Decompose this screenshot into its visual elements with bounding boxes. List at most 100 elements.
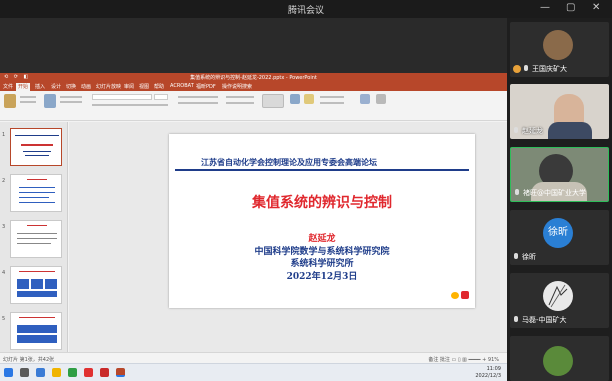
- arrange-icon[interactable]: [290, 94, 300, 104]
- participant-name: 徐昕: [522, 253, 536, 261]
- participant-tile[interactable]: 褚旺@中国矿业大学: [510, 147, 609, 202]
- thumb-number: 3: [2, 224, 6, 230]
- participant-name: 王国庆矿大: [532, 65, 567, 73]
- file-explorer-icon[interactable]: [52, 368, 61, 377]
- thumb-title-line: [19, 271, 55, 272]
- new-slide-icon[interactable]: [44, 94, 56, 108]
- mic-icon: [514, 189, 520, 197]
- current-slide[interactable]: 江苏省自动化学会控制理论及应用专委会高端论坛 集值系统的辨识与控制 赵延龙 中国…: [169, 134, 475, 308]
- thumb-text-line: [17, 238, 57, 239]
- font-name-box[interactable]: [92, 94, 152, 100]
- tab-help[interactable]: 帮助: [154, 83, 164, 90]
- windows-taskbar: 11:09 2022/12/3: [0, 363, 507, 381]
- paragraph-row-1[interactable]: [178, 96, 218, 98]
- participant-label: 赵延龙: [513, 126, 543, 136]
- slide-thumbnail[interactable]: [10, 174, 62, 212]
- meeting-title-bar: 腾讯会议 — ▢ ✕: [0, 0, 612, 18]
- tab-review[interactable]: 审阅: [124, 83, 134, 90]
- thumb-number: 4: [2, 270, 6, 276]
- slide-author: 赵延龙: [308, 234, 336, 244]
- participant-panel: 王国庆矿大 赵延龙 褚旺@中国矿业大学 徐昕 徐昕 马磊-中国矿大: [507, 18, 612, 381]
- thumb-block: [17, 291, 57, 297]
- ribbon: [0, 91, 507, 121]
- participant-tile[interactable]: 徐昕 徐昕: [510, 210, 609, 265]
- thumb-header-line: [15, 135, 59, 136]
- thumb-text-line: [25, 155, 49, 156]
- slide-badge-icon: [461, 291, 469, 299]
- participant-avatar-initials: 徐昕: [548, 227, 568, 238]
- thumb-number: 2: [2, 178, 6, 184]
- minimize-icon[interactable]: —: [540, 2, 550, 13]
- tab-insert[interactable]: 插入: [35, 83, 45, 90]
- find-icon[interactable]: [360, 94, 370, 104]
- shape-outline[interactable]: [320, 102, 344, 104]
- font-format-row[interactable]: [92, 104, 168, 106]
- quick-styles-icon[interactable]: [304, 94, 314, 104]
- powerpoint-icon[interactable]: [116, 368, 125, 377]
- mic-icon: [513, 316, 519, 324]
- participant-tile[interactable]: [510, 336, 609, 381]
- taskbar-clock[interactable]: 11:09 2022/12/3: [475, 366, 501, 380]
- tab-foxit[interactable]: 福昕PDF: [196, 83, 216, 90]
- paragraph-row-2[interactable]: [178, 102, 218, 104]
- mic-icon: [513, 253, 519, 261]
- slide-editor: 江苏省自动化学会控制理论及应用专委会高端论坛 集值系统的辨识与控制 赵延龙 中国…: [69, 122, 507, 352]
- thumb-text-line: [19, 187, 55, 188]
- close-icon[interactable]: ✕: [592, 2, 600, 13]
- tab-animations[interactable]: 动画: [81, 83, 91, 90]
- slide-thumbnail[interactable]: [10, 312, 62, 350]
- host-icon: [513, 65, 521, 73]
- tab-acrobat[interactable]: ACROBAT: [170, 83, 194, 89]
- shape-fill[interactable]: [320, 96, 344, 98]
- ppt-status-bar: 幻灯片 第1张，共42张 备注 批注 ▭ ▯ ▥ ━━━━ + 91%: [0, 352, 507, 363]
- thumb-block: [45, 279, 57, 289]
- powerpoint-window: ⟲ ⟳ ◧ 集值系统的辨识与控制-赵延龙-2022.pptx - PowerPo…: [0, 73, 507, 363]
- clock-time: 11:09: [486, 366, 501, 372]
- participant-tile[interactable]: 王国庆矿大: [510, 22, 609, 77]
- ribbon-copy[interactable]: [20, 101, 36, 103]
- ribbon-layout[interactable]: [60, 96, 82, 98]
- slide-thumbnail[interactable]: [10, 266, 62, 304]
- thumb-block: [31, 279, 43, 289]
- thumb-text-line: [17, 243, 51, 244]
- task-view-icon[interactable]: [36, 368, 45, 377]
- tab-home[interactable]: 开始: [16, 83, 31, 91]
- slide-thumbnail[interactable]: [10, 220, 62, 258]
- tab-slideshow[interactable]: 幻灯片放映: [96, 83, 121, 90]
- acrobat-icon[interactable]: [100, 368, 109, 377]
- participant-label: 马磊-中国矿大: [513, 315, 567, 325]
- paste-icon[interactable]: [4, 94, 16, 108]
- slide-thumbnail[interactable]: [10, 128, 62, 166]
- ppt-document-title: 集值系统的辨识与控制-赵延龙-2022.pptx - PowerPoint: [190, 75, 317, 81]
- text-direction[interactable]: [226, 96, 254, 98]
- tab-transitions[interactable]: 切换: [66, 83, 76, 90]
- dictate-icon[interactable]: [376, 94, 386, 104]
- ribbon-reset[interactable]: [60, 101, 82, 103]
- thumb-number: 5: [2, 316, 6, 322]
- align-text[interactable]: [226, 102, 254, 104]
- slide-org-2: 系统科学研究所: [290, 259, 354, 269]
- slide-thumbnails-pane: 1 2 3 4 5: [0, 122, 68, 352]
- thumb-number: 1: [2, 132, 6, 138]
- tab-file[interactable]: 文件: [3, 83, 13, 90]
- tab-view[interactable]: 视图: [139, 83, 149, 90]
- wechat-icon[interactable]: [68, 368, 77, 377]
- participant-tile[interactable]: 马磊-中国矿大: [510, 273, 609, 328]
- app-icon[interactable]: [84, 368, 93, 377]
- search-icon[interactable]: [20, 368, 29, 377]
- thumb-block: [17, 325, 57, 333]
- tab-design[interactable]: 设计: [51, 83, 61, 90]
- slide-header-rule: [405, 169, 469, 171]
- participant-avatar: [543, 346, 573, 376]
- maximize-icon[interactable]: ▢: [566, 2, 575, 13]
- participant-tile[interactable]: 赵延龙: [510, 84, 609, 139]
- windows-start-icon[interactable]: [4, 368, 13, 377]
- slide-count: 幻灯片 第1张，共42张: [3, 357, 55, 363]
- tab-search[interactable]: 操作说明搜索: [222, 83, 252, 90]
- font-size-box[interactable]: [154, 94, 168, 100]
- view-controls[interactable]: 备注 批注 ▭ ▯ ▥ ━━━━ + 91%: [428, 356, 499, 363]
- tencent-meeting-window: 腾讯会议 — ▢ ✕ ⟲ ⟳ ◧ 集值系统的辨识与控制-赵延龙-2022.ppt…: [0, 0, 612, 381]
- shapes-gallery[interactable]: [262, 94, 284, 108]
- ribbon-cut[interactable]: [20, 96, 36, 98]
- participant-name: 褚旺@中国矿业大学: [523, 189, 586, 197]
